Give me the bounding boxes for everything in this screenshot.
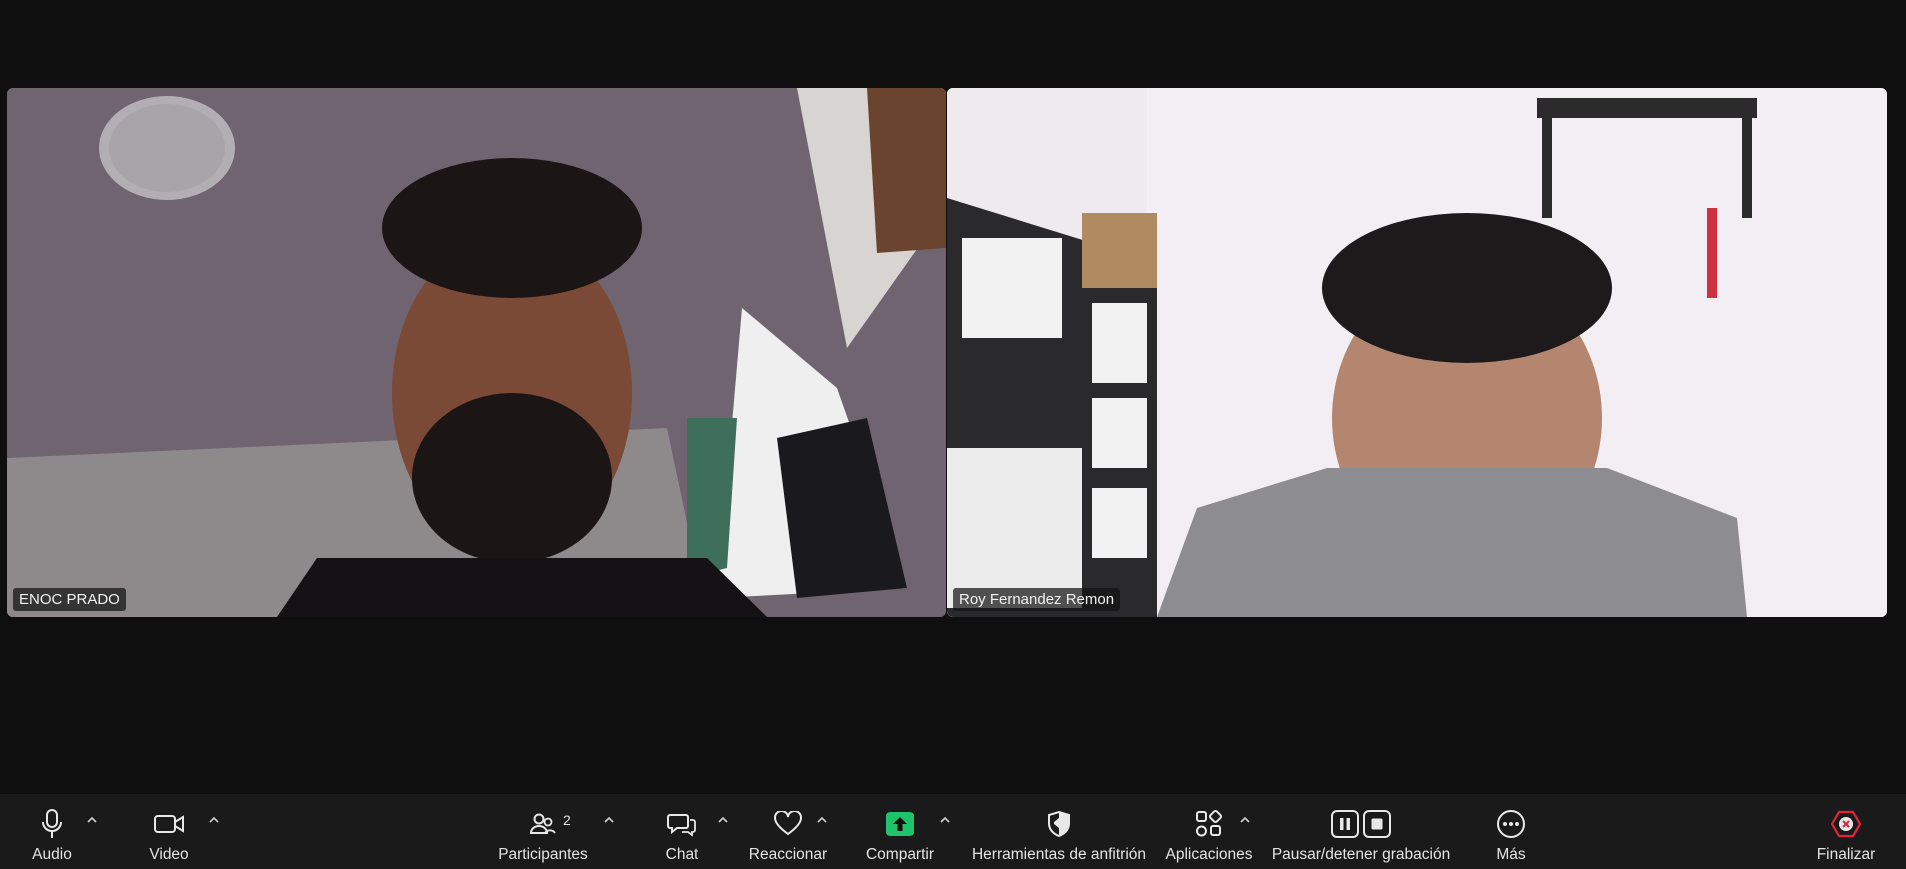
react-options-caret[interactable] — [815, 812, 829, 826]
participant-name-label: ENOC PRADO — [13, 588, 126, 611]
end-meeting-button[interactable]: Finalizar — [1812, 794, 1880, 869]
video-feed-roy-fernandez-remon — [947, 88, 1887, 617]
share-options-caret[interactable] — [938, 812, 952, 826]
chevron-up-icon — [940, 816, 950, 823]
more-button[interactable]: Más — [1491, 794, 1531, 869]
chevron-up-icon — [604, 816, 614, 823]
apps-label: Aplicaciones — [1165, 846, 1253, 863]
apps-icon — [1194, 806, 1224, 842]
react-button[interactable]: Reaccionar — [748, 794, 828, 869]
host-tools-button[interactable]: Herramientas de anfitrión — [970, 794, 1148, 869]
pause-stop-icon — [1330, 806, 1392, 842]
host-tools-label: Herramientas de anfitrión — [971, 846, 1147, 863]
chevron-up-icon — [718, 816, 728, 823]
participants-count-badge: 2 — [563, 812, 571, 828]
heart-icon — [773, 806, 803, 842]
meeting-toolbar: Audio Video Participantes 2 Chat Reaccio… — [0, 794, 1906, 869]
close-icon — [1831, 806, 1861, 842]
recording-label: Pausar/detener grabación — [1271, 846, 1451, 863]
end-label: Finalizar — [1816, 846, 1876, 863]
share-screen-icon — [885, 806, 915, 842]
video-label: Video — [149, 846, 189, 863]
participant-name-label: Roy Fernandez Remon — [953, 588, 1121, 611]
pause-stop-recording-button[interactable]: Pausar/detener grabación — [1271, 794, 1451, 869]
video-feed-enoc-prado — [7, 88, 946, 617]
chevron-up-icon — [817, 816, 827, 823]
video-tile-roy-fernandez-remon[interactable]: Roy Fernandez Remon — [947, 88, 1887, 617]
chevron-up-icon — [87, 816, 97, 823]
microphone-icon — [41, 806, 63, 842]
chat-icon — [667, 806, 697, 842]
more-icon — [1496, 806, 1526, 842]
video-tile-enoc-prado[interactable]: ENOC PRADO — [7, 88, 946, 617]
apps-button[interactable]: Aplicaciones — [1165, 794, 1253, 869]
shield-icon — [1046, 806, 1072, 842]
audio-button[interactable]: Audio — [30, 794, 74, 869]
chat-options-caret[interactable] — [716, 812, 730, 826]
video-options-caret[interactable] — [207, 812, 221, 826]
apps-options-caret[interactable] — [1238, 812, 1252, 826]
share-label: Compartir — [865, 846, 935, 863]
audio-label: Audio — [32, 846, 72, 863]
participants-label: Participantes — [498, 846, 588, 863]
more-label: Más — [1496, 846, 1526, 863]
chevron-up-icon — [1240, 816, 1250, 823]
participants-icon — [529, 806, 557, 842]
audio-options-caret[interactable] — [85, 812, 99, 826]
chevron-up-icon — [209, 816, 219, 823]
video-button[interactable]: Video — [145, 794, 193, 869]
video-camera-icon — [153, 806, 185, 842]
video-stage: ENOC PRADO Roy Fernandez Remon — [0, 0, 1906, 794]
react-label: Reaccionar — [748, 846, 828, 863]
chat-label: Chat — [665, 846, 699, 863]
share-screen-button[interactable]: Compartir — [863, 794, 937, 869]
participants-button[interactable]: Participantes — [497, 794, 589, 869]
chat-button[interactable]: Chat — [661, 794, 703, 869]
participants-options-caret[interactable] — [602, 812, 616, 826]
